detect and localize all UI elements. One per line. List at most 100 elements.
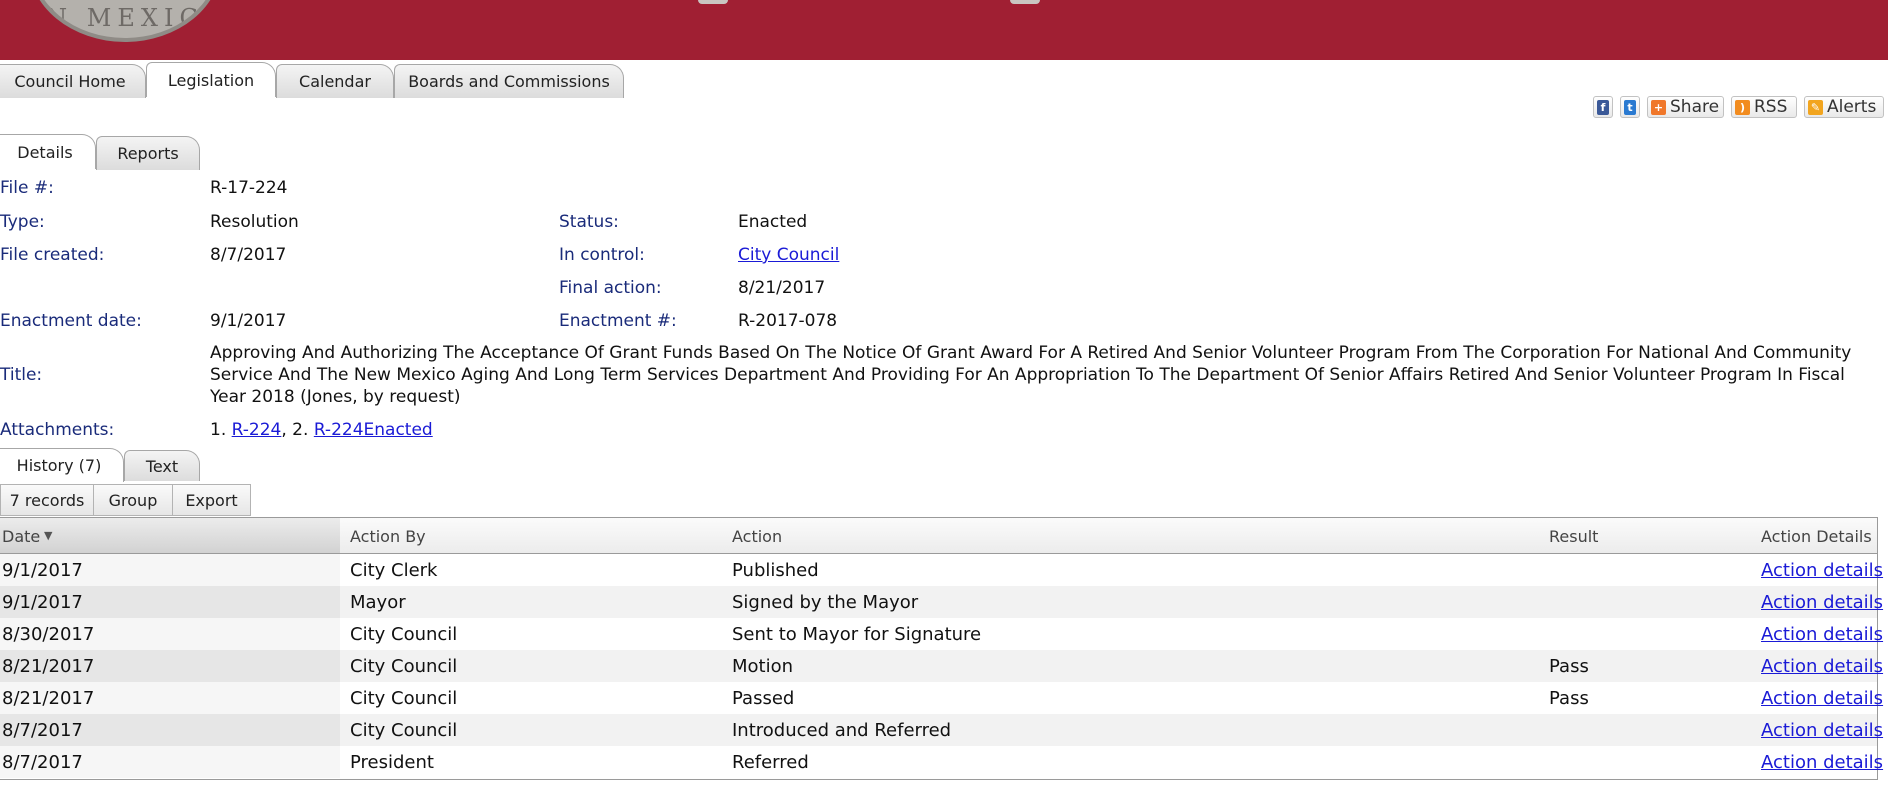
- enactment-date-value: 9/1/2017: [210, 311, 287, 331]
- action-details-link[interactable]: Action details: [1761, 560, 1883, 581]
- row-action-by: City Council: [350, 720, 458, 741]
- city-seal-logo: N MEXIC: [28, 0, 222, 42]
- row-action: Signed by the Mayor: [732, 592, 919, 613]
- row-action: Motion: [732, 656, 794, 677]
- tab-history[interactable]: History (7): [0, 448, 124, 482]
- title-label: Title:: [0, 365, 43, 385]
- action-details-link[interactable]: Action details: [1761, 592, 1883, 613]
- row-action-by: City Clerk: [350, 560, 438, 581]
- tab-council-home[interactable]: Council Home: [0, 64, 146, 98]
- enactment-number-label: Enactment #:: [559, 311, 677, 331]
- final-action-label: Final action:: [559, 278, 662, 298]
- action-details-link[interactable]: Action details: [1761, 752, 1883, 773]
- result-column-header[interactable]: Result: [1549, 527, 1598, 546]
- title-value: Approving And Authorizing The Acceptance…: [210, 343, 1852, 407]
- banner-decoration: [698, 0, 728, 4]
- date-column-header[interactable]: Date: [2, 527, 40, 546]
- row-date: 8/30/2017: [2, 624, 95, 645]
- attachment-link-r-224[interactable]: R-224: [232, 420, 282, 440]
- table-row: 9/1/2017 Mayor Signed by the Mayor Actio…: [0, 586, 1883, 618]
- tab-boards-and-commissions[interactable]: Boards and Commissions: [394, 64, 624, 98]
- row-action-by: City Council: [350, 688, 458, 709]
- row-result: Pass: [1549, 688, 1589, 709]
- row-action-by: Mayor: [350, 592, 406, 613]
- attachment-number: 2.: [292, 420, 309, 440]
- records-count-button[interactable]: 7 records: [0, 484, 94, 516]
- row-action: Sent to Mayor for Signature: [732, 624, 982, 645]
- action-details-link[interactable]: Action details: [1761, 688, 1883, 709]
- table-row: 9/1/2017 City Clerk Published Action det…: [0, 554, 1883, 586]
- row-date: 9/1/2017: [2, 592, 83, 613]
- enactment-number-value: R-2017-078: [738, 311, 838, 331]
- alerts-label: Alerts: [1827, 97, 1877, 117]
- row-action: Passed: [732, 688, 795, 709]
- grid-header: Date ▼ Action By Action Result Action De…: [0, 518, 1877, 554]
- action-details-column-header[interactable]: Action Details: [1761, 527, 1872, 546]
- row-date: 8/7/2017: [2, 720, 83, 741]
- share-plus-icon: +: [1651, 99, 1666, 115]
- status-label: Status:: [559, 212, 619, 232]
- twitter-button[interactable]: t: [1620, 96, 1640, 118]
- row-action-by: President: [350, 752, 434, 773]
- row-action-by: City Council: [350, 624, 458, 645]
- tab-calendar[interactable]: Calendar: [276, 64, 394, 98]
- attachments-list: 1. R-224, 2. R-224Enacted: [210, 420, 433, 440]
- share-button[interactable]: + Share: [1647, 96, 1724, 118]
- banner-decoration: [1010, 0, 1040, 4]
- tab-legislation[interactable]: Legislation: [146, 62, 276, 97]
- rss-icon: ): [1735, 99, 1750, 115]
- seal-text: N MEXIC: [46, 4, 204, 32]
- status-value: Enacted: [738, 212, 808, 232]
- in-control-link[interactable]: City Council: [738, 245, 839, 265]
- file-number-label: File #:: [0, 178, 54, 198]
- row-date: 8/7/2017: [2, 752, 83, 773]
- action-by-column-header[interactable]: Action By: [350, 527, 426, 546]
- rss-button[interactable]: ) RSS: [1731, 96, 1797, 118]
- attachment-link-r-224-enacted[interactable]: R-224Enacted: [314, 420, 433, 440]
- sort-desc-icon: ▼: [44, 529, 53, 542]
- table-row: 8/21/2017 City Council Motion Pass Actio…: [0, 650, 1883, 682]
- row-action: Referred: [732, 752, 809, 773]
- attachments-label: Attachments:: [0, 420, 115, 440]
- in-control-label: In control:: [559, 245, 645, 265]
- table-row: 8/30/2017 City Council Sent to Mayor for…: [0, 618, 1883, 650]
- group-button[interactable]: Group: [93, 484, 173, 516]
- date-header-cell[interactable]: Date ▼: [0, 518, 340, 553]
- file-number-value: R-17-224: [210, 178, 288, 198]
- table-row: 8/7/2017 President Referred Action detai…: [0, 746, 1883, 778]
- facebook-icon: f: [1597, 99, 1609, 115]
- export-button[interactable]: Export: [172, 484, 251, 516]
- file-created-value: 8/7/2017: [210, 245, 287, 265]
- action-details-link[interactable]: Action details: [1761, 720, 1883, 741]
- tab-details[interactable]: Details: [0, 134, 96, 169]
- attachment-number: 1.: [210, 420, 227, 440]
- row-date: 8/21/2017: [2, 688, 95, 709]
- history-grid: Date ▼ Action By Action Result Action De…: [0, 517, 1883, 780]
- alerts-pencil-icon: ✎: [1808, 99, 1823, 115]
- type-value: Resolution: [210, 212, 299, 232]
- tab-reports[interactable]: Reports: [96, 136, 200, 170]
- row-action: Published: [732, 560, 819, 581]
- action-details-link[interactable]: Action details: [1761, 624, 1883, 645]
- row-date: 8/21/2017: [2, 656, 95, 677]
- enactment-date-label: Enactment date:: [0, 311, 142, 331]
- file-created-label: File created:: [0, 245, 105, 265]
- alerts-button[interactable]: ✎ Alerts: [1804, 96, 1884, 118]
- share-label: Share: [1670, 97, 1720, 117]
- tab-text[interactable]: Text: [124, 450, 200, 481]
- table-row: 8/21/2017 City Council Passed Pass Actio…: [0, 682, 1883, 714]
- action-column-header[interactable]: Action: [732, 527, 782, 546]
- type-label: Type:: [0, 212, 45, 232]
- attachment-separator: ,: [281, 420, 287, 440]
- header-banner: N MEXIC: [0, 0, 1888, 60]
- rss-label: RSS: [1754, 97, 1788, 117]
- twitter-icon: t: [1624, 99, 1636, 115]
- facebook-button[interactable]: f: [1593, 96, 1613, 118]
- table-row: 8/7/2017 City Council Introduced and Ref…: [0, 714, 1883, 746]
- action-details-link[interactable]: Action details: [1761, 656, 1883, 677]
- row-result: Pass: [1549, 656, 1589, 677]
- final-action-value: 8/21/2017: [738, 278, 826, 298]
- row-action: Introduced and Referred: [732, 720, 952, 741]
- row-date: 9/1/2017: [2, 560, 83, 581]
- row-action-by: City Council: [350, 656, 458, 677]
